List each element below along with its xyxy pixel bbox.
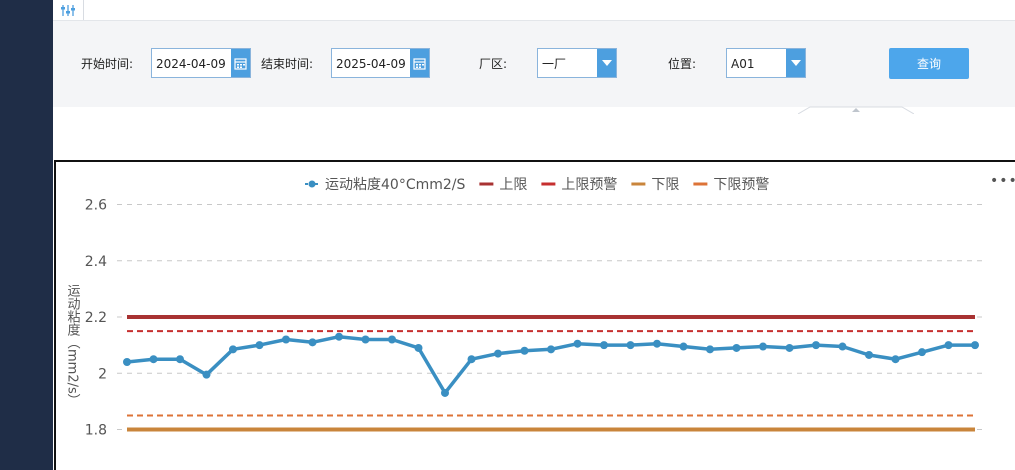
data-point [441,388,449,397]
data-point [679,342,688,351]
data-point [626,341,635,350]
legend-label: 运动粘度40°Cmm2/S [325,177,465,193]
data-point [176,355,184,364]
data-point [600,341,608,350]
data-point [547,345,555,354]
data-point [653,339,661,348]
data-point [891,355,900,364]
y-axis-label: 运动粘度（mm2/s） [65,284,81,407]
y-tick-label: 2 [98,366,107,382]
data-point [308,338,317,347]
data-point [282,335,290,344]
data-point [759,342,767,351]
data-point [573,339,582,348]
y-tick-label: 2.4 [85,254,107,270]
data-point [971,341,979,350]
legend-marker [308,180,316,188]
y-tick-label: 2.6 [85,198,107,214]
data-point [361,335,370,344]
data-point [494,349,502,358]
data-point [255,341,264,350]
data-point [335,332,343,341]
chart-svg: 1.8 2 2.2 2.4 2.6 运动粘度（mm2/s） 运动粘度40°Cmm2/S 上限 上… [65,177,985,439]
data-point [706,345,714,354]
data-point [812,341,820,350]
data-point [123,358,131,366]
data-point [520,346,529,355]
data-point [467,355,476,364]
legend-label: 下限预警 [713,177,769,193]
data-point [865,350,873,359]
data-point [785,343,794,352]
data-point [918,348,926,357]
y-tick-label: 2.2 [85,310,107,326]
data-point [732,343,741,352]
data-point [388,335,396,344]
legend-label: 上限 [499,177,527,193]
legend-label: 下限 [651,177,679,193]
data-point [149,355,158,364]
y-tick-label: 1.8 [85,423,107,439]
data-point [202,370,211,379]
series-line [126,334,975,395]
data-point [944,341,953,350]
data-point [414,343,423,352]
data-point [838,342,847,351]
data-point [229,345,237,354]
legend-label: 上限预警 [561,177,617,193]
